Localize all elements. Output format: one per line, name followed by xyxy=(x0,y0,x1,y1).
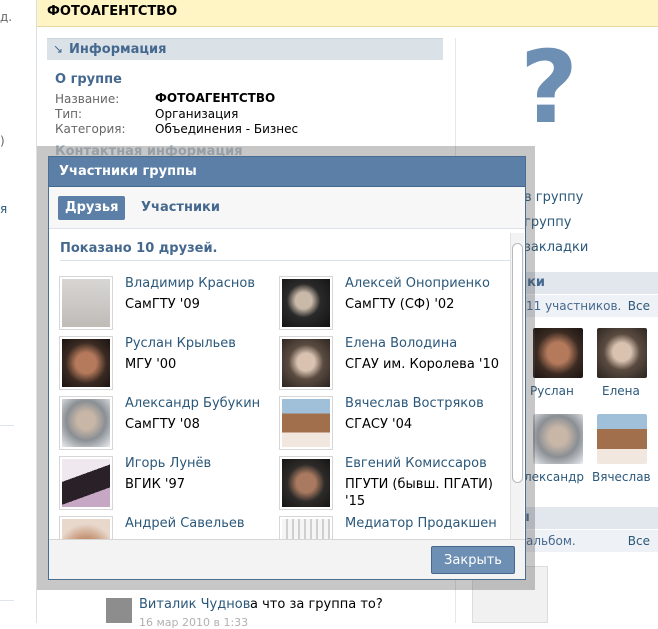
friend-name-link[interactable]: Руслан Крыльев xyxy=(125,336,236,351)
albums-all-link[interactable]: Все xyxy=(628,534,650,548)
close-button[interactable]: Закрыть xyxy=(431,546,515,574)
friend-name-link[interactable]: Елена Володина xyxy=(345,336,457,351)
scrollbar-thumb[interactable] xyxy=(512,243,523,483)
list-item: Руслан Крыльев МГУ '00 xyxy=(49,321,269,390)
shown-count: Показано 10 друзей. xyxy=(60,241,218,256)
friend-university: СамГТУ (СФ) '02 xyxy=(345,297,455,312)
friend-name-link[interactable]: Игорь Лунёв xyxy=(125,456,211,471)
friends-list: Владимир Краснов СамГТУ '09 Алексей Оноп… xyxy=(49,261,509,539)
member-photo[interactable] xyxy=(533,414,583,464)
friend-university: СамГТУ '09 xyxy=(125,297,200,312)
member-name[interactable]: Елена xyxy=(602,384,640,398)
list-item: Евгений Комиссаров ПГУТИ (бывш. ПГАТИ) '… xyxy=(269,441,493,510)
list-item: Медиатор Продакшен xyxy=(269,501,497,539)
prop-value-type: Организация xyxy=(155,107,239,121)
left-fragment-3[interactable]: я xyxy=(0,202,7,216)
list-item: Вячеслав Востряков СГАСУ '04 xyxy=(269,381,489,450)
wall-author-link[interactable]: Виталик Чуднов xyxy=(139,597,250,612)
left-fragment-1: д. xyxy=(0,10,13,24)
friend-name-link[interactable]: Медиатор Продакшен xyxy=(345,516,497,531)
prop-label-type: Тип: xyxy=(55,107,83,121)
friend-university: СамГТУ '08 xyxy=(125,417,200,432)
friend-name-link[interactable]: Вячеслав Востряков xyxy=(345,396,484,411)
member-name[interactable]: Руслан xyxy=(530,384,574,398)
dialog-header: Участники группы xyxy=(49,157,525,187)
list-item: Владимир Краснов СамГТУ '09 xyxy=(49,261,269,330)
left-divider xyxy=(0,600,14,601)
list-item: Игорь Лунёв ВГИК '97 xyxy=(49,441,269,510)
group-header: ФОТОАГЕНТСТВО xyxy=(37,0,658,27)
list-item: Андрей Савельев xyxy=(49,501,269,539)
member-photo[interactable] xyxy=(597,414,647,464)
dialog-footer: Закрыть xyxy=(49,539,525,579)
friend-university: СГАСУ '04 xyxy=(345,417,413,432)
friend-name-link[interactable]: Андрей Савельев xyxy=(125,516,245,531)
list-item: Елена Володина СГАУ им. Королева '10 xyxy=(269,321,499,390)
avatar[interactable] xyxy=(106,598,132,623)
dialog-tabs: Друзья Участники xyxy=(49,187,525,229)
members-dialog: Участники группы Друзья Участники Показа… xyxy=(48,156,526,580)
scrollbar[interactable] xyxy=(510,233,524,539)
group-photo-placeholder: ? xyxy=(520,29,579,146)
friend-name-link[interactable]: Евгений Комиссаров xyxy=(345,456,487,471)
tab-friends[interactable]: Друзья xyxy=(58,196,126,220)
page-title: ФОТОАГЕНТСТВО xyxy=(47,4,178,19)
dialog-title: Участники группы xyxy=(59,164,197,179)
members-count: 11 участников. xyxy=(526,299,622,313)
wall-post-text: а что за группа то? xyxy=(250,597,383,612)
list-item: Алексей Оноприенко СамГТУ (СФ) '02 xyxy=(269,261,490,330)
info-section-header[interactable]: ↘ Информация xyxy=(47,38,443,60)
friend-name-link[interactable]: Алексей Оноприенко xyxy=(345,276,490,291)
friend-name-link[interactable]: Владимир Краснов xyxy=(125,276,255,291)
member-photo[interactable] xyxy=(533,328,583,378)
info-section-title: Информация xyxy=(69,42,167,57)
member-name[interactable]: Вячеслав xyxy=(592,470,651,484)
friend-university: ВГИК '97 xyxy=(125,477,186,492)
member-photo[interactable] xyxy=(597,328,647,378)
friend-photo[interactable] xyxy=(59,516,113,539)
prop-label-name: Название: xyxy=(55,92,120,106)
left-column-fragment: д. ) я xyxy=(0,0,36,623)
left-divider xyxy=(0,425,14,426)
about-title: О группе xyxy=(55,72,122,87)
prop-value-name: ФОТОАГЕНТСТВО xyxy=(155,91,276,105)
prop-value-category: Объединения - Бизнес xyxy=(155,122,299,136)
friend-university: МГУ '00 xyxy=(125,357,177,372)
tab-members[interactable]: Участники xyxy=(141,196,220,220)
left-fragment-2: ) xyxy=(0,134,5,148)
friend-university: СГАУ им. Королева '10 xyxy=(345,357,500,372)
friend-name-link[interactable]: Александр Бубукин xyxy=(125,396,260,411)
friend-photo[interactable] xyxy=(279,516,333,539)
prop-label-category: Категория: xyxy=(55,122,126,136)
members-all-link[interactable]: Все xyxy=(628,299,650,313)
list-item: Александр Бубукин СамГТУ '08 xyxy=(49,381,269,450)
arrow-down-right-icon: ↘ xyxy=(53,42,64,56)
